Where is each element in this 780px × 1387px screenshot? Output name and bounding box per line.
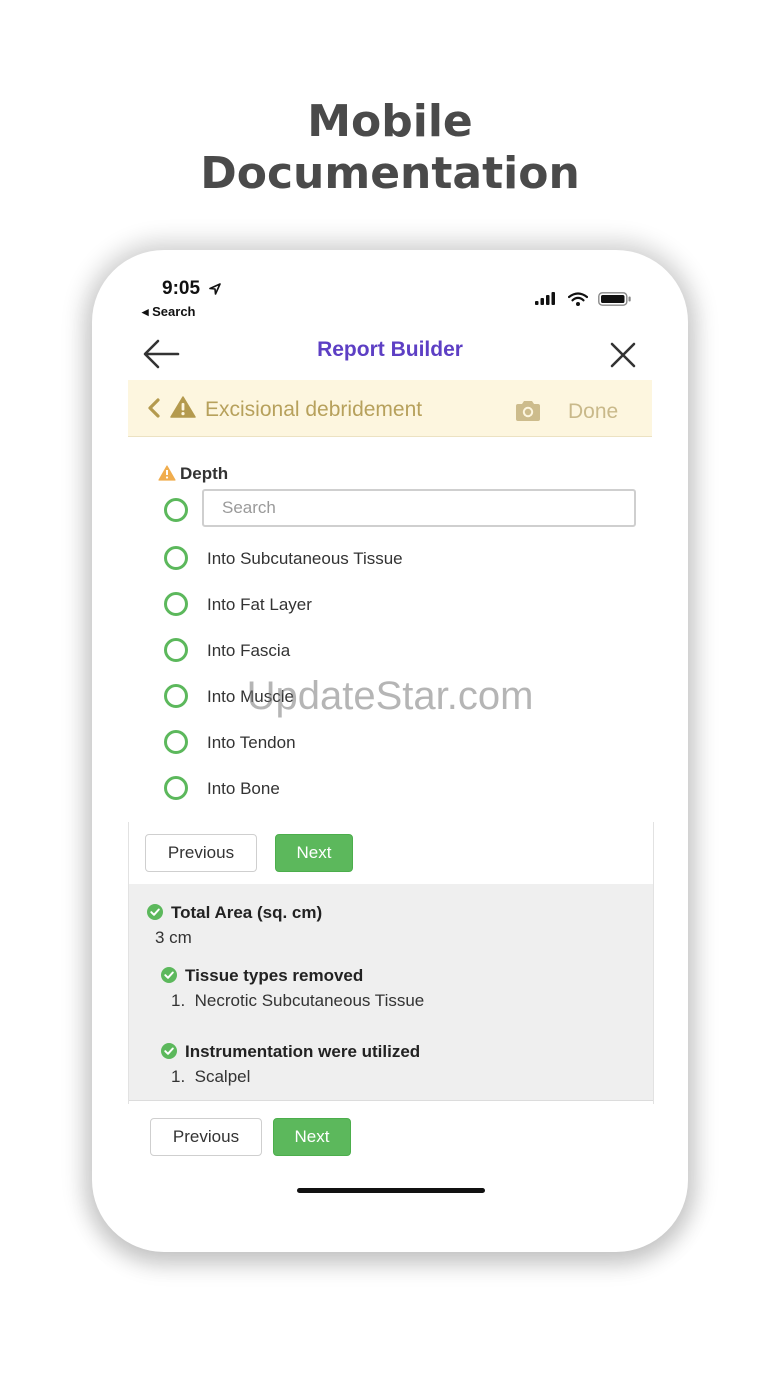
chevron-left-icon[interactable] [146, 398, 162, 418]
summary-item-title: Total Area (sq. cm) [147, 903, 322, 923]
headline-line-2: Documentation [200, 148, 580, 199]
summary-item-title-text: Tissue types removed [185, 966, 364, 985]
summary-item[interactable]: Total Area (sq. cm) 3 cm [129, 884, 653, 949]
procedure-title: Excisional debridement [205, 398, 423, 421]
option-label[interactable]: Into Fat Layer [207, 595, 312, 615]
depth-label-text: Depth [180, 464, 229, 483]
home-indicator [297, 1188, 485, 1193]
check-circle-icon [161, 1043, 177, 1059]
check-circle-icon [147, 904, 163, 920]
summary-item-title: Tissue types removed [161, 966, 363, 986]
warning-icon [170, 396, 196, 418]
summary-item-title: Instrumentation were utilized [161, 1042, 420, 1062]
radio-option[interactable] [164, 546, 188, 570]
page-title: Report Builder [317, 338, 463, 361]
previous-button[interactable]: Previous [145, 834, 257, 872]
location-arrow-icon [209, 283, 222, 295]
summary-item-value: 1. Scalpel [171, 1067, 251, 1086]
previous-button[interactable]: Previous [150, 1118, 262, 1156]
camera-icon[interactable] [514, 400, 542, 422]
depth-nav-bar: Previous Next [129, 822, 653, 885]
radio-option[interactable] [164, 730, 188, 754]
option-label[interactable]: Into Muscle [207, 687, 294, 707]
warning-icon [158, 465, 176, 481]
bottom-nav-bar: Previous Next [128, 1104, 652, 1162]
procedure-banner: Excisional debridement Done [128, 380, 652, 437]
summary-item-value: 3 cm [155, 928, 192, 947]
headline-line-1: Mobile [307, 96, 473, 147]
summary-item-title-text: Total Area (sq. cm) [171, 903, 323, 922]
option-label[interactable]: Into Subcutaneous Tissue [207, 549, 403, 569]
status-back-search[interactable]: ◂ Search [142, 304, 196, 320]
summary-item-value: 1. Necrotic Subcutaneous Tissue [171, 991, 425, 1010]
summary-item[interactable]: Tissue types removed 1. Necrotic Subcuta… [129, 948, 653, 1025]
summary-panel: Previous Next Total Area (sq. cm) 3 cm T… [128, 822, 654, 1104]
check-circle-icon [161, 967, 177, 983]
battery-icon [598, 291, 631, 306]
radio-search[interactable] [164, 498, 188, 522]
radio-option[interactable] [164, 592, 188, 616]
radio-option[interactable] [164, 684, 188, 708]
done-button[interactable]: Done [568, 400, 618, 424]
summary-item[interactable]: Instrumentation were utilized 1. Scalpel [129, 1024, 653, 1101]
radio-option[interactable] [164, 776, 188, 800]
search-input[interactable] [202, 489, 636, 527]
close-icon[interactable] [608, 340, 638, 370]
next-button[interactable]: Next [275, 834, 353, 872]
option-label[interactable]: Into Tendon [207, 733, 296, 753]
status-time-text: 9:05 [162, 278, 201, 299]
signal-icon [535, 292, 556, 306]
headline: Mobile Documentation [0, 96, 780, 200]
phone-frame: 9:05 ◂ Search Report Builder Excisional … [92, 250, 688, 1252]
radio-option[interactable] [164, 638, 188, 662]
option-label[interactable]: Into Fascia [207, 641, 290, 661]
status-icons [529, 290, 632, 308]
summary-item-title-text: Instrumentation were utilized [185, 1042, 421, 1061]
status-time: 9:05 [162, 278, 222, 300]
option-label[interactable]: Into Bone [207, 779, 280, 799]
wifi-icon [567, 292, 588, 306]
depth-section-label: Depth [158, 464, 228, 484]
next-button[interactable]: Next [273, 1118, 351, 1156]
